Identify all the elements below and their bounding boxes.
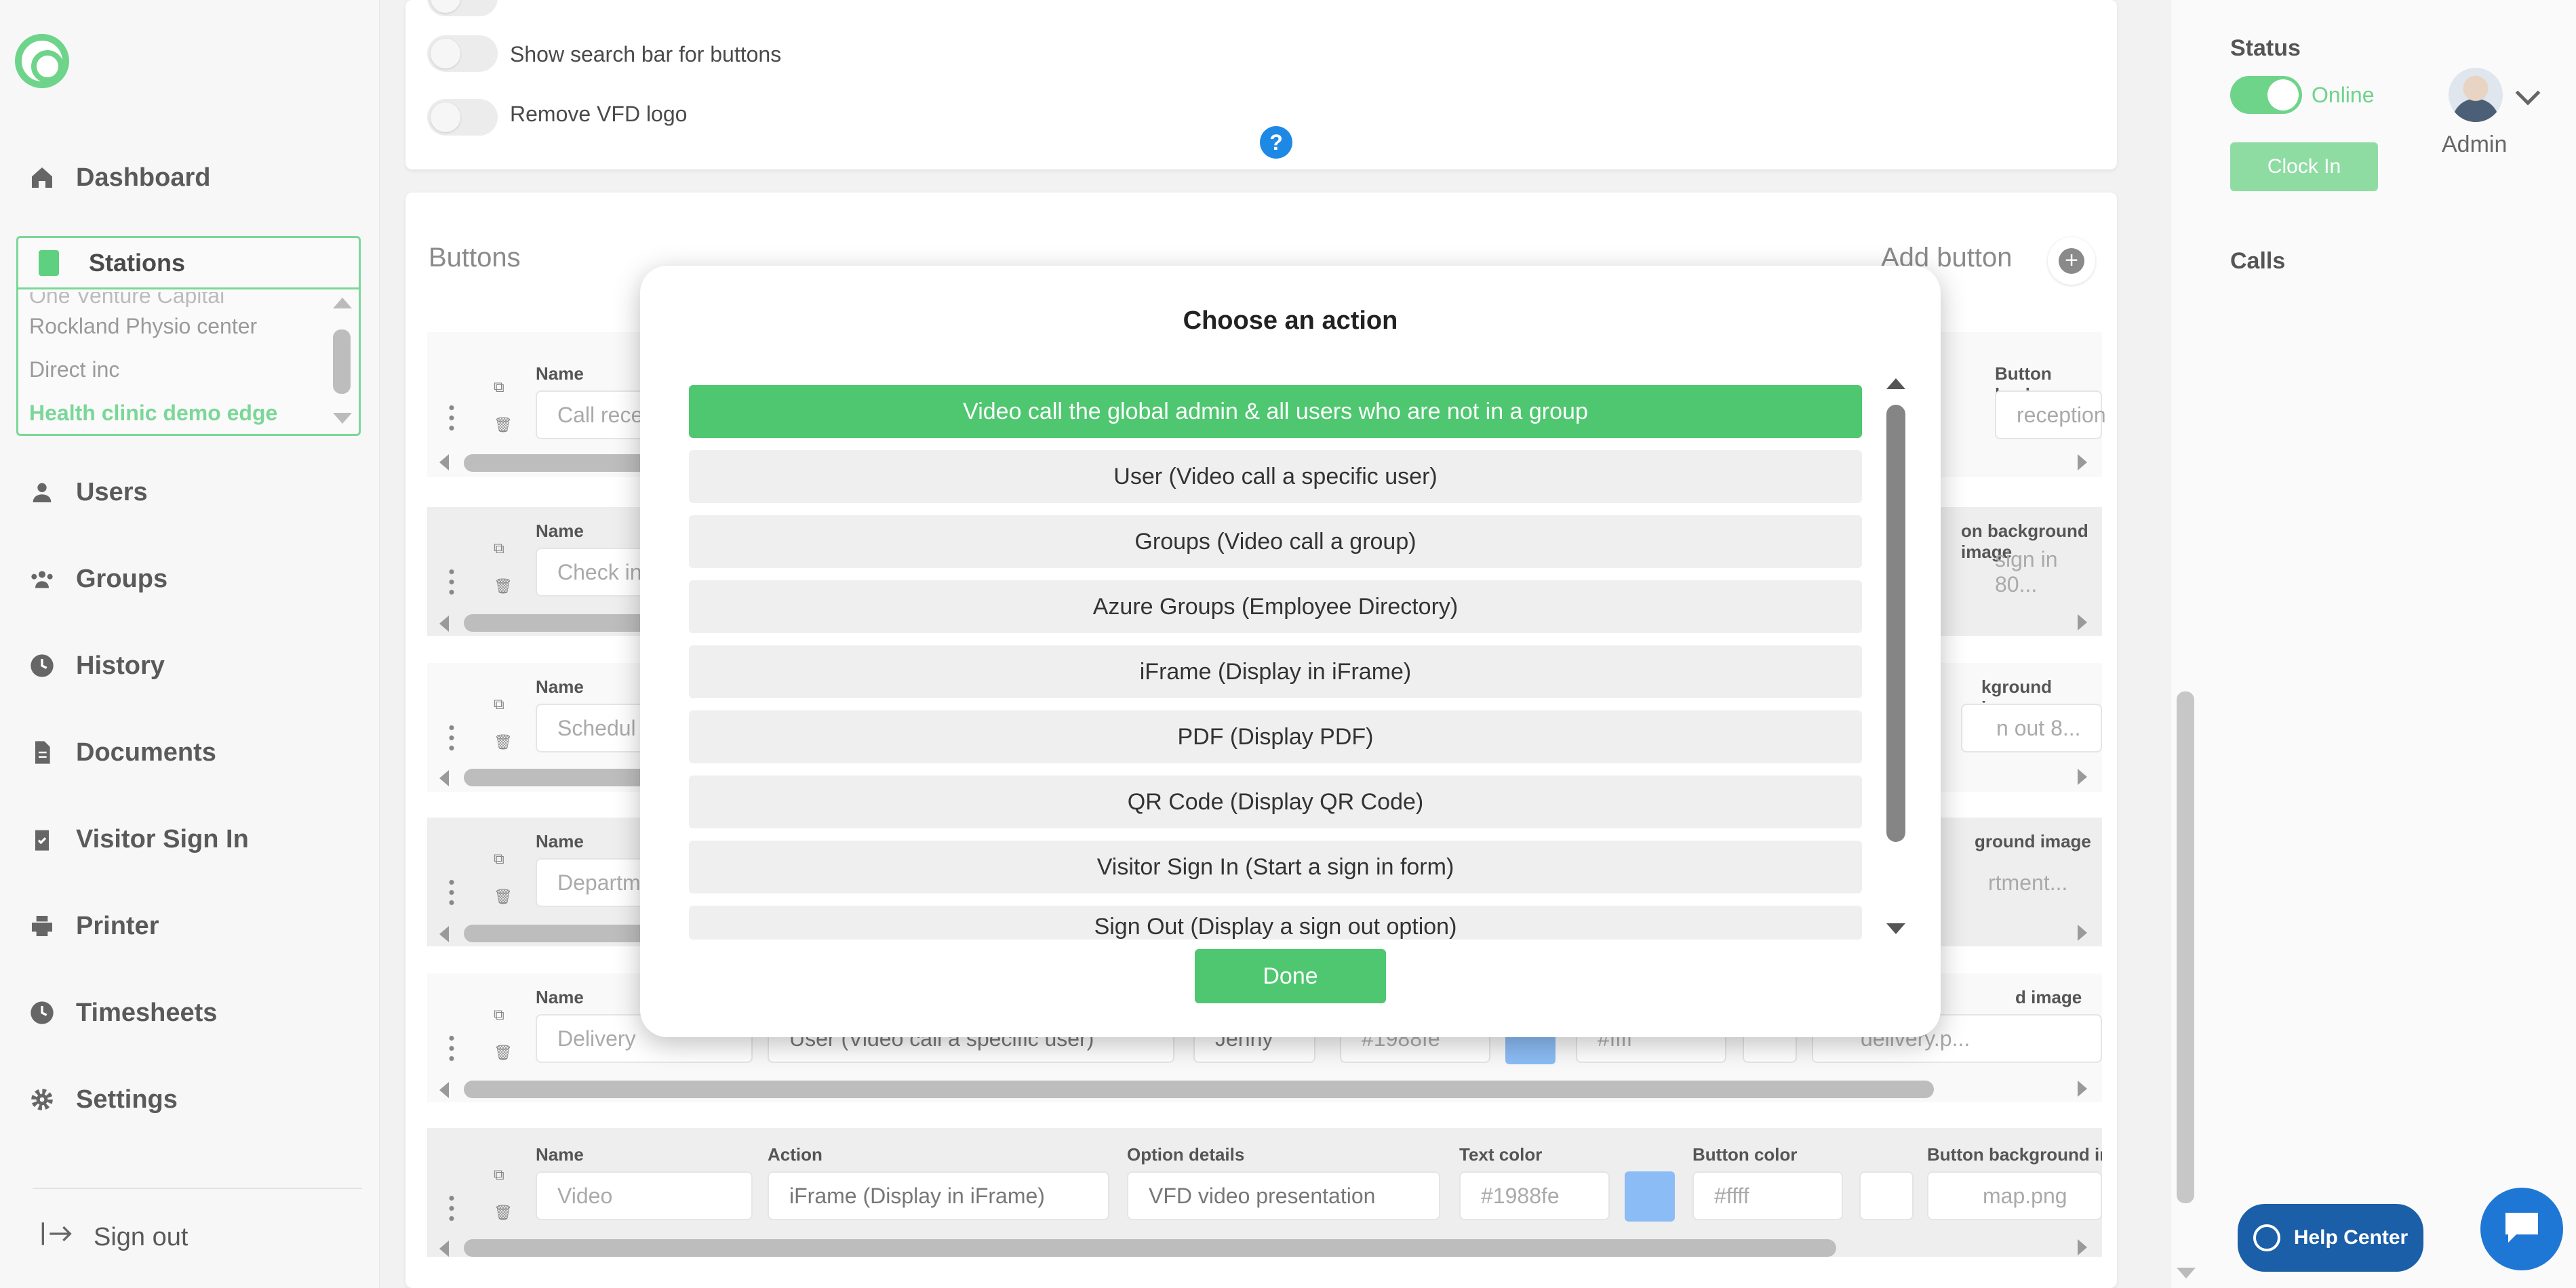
modal-title: Choose an action: [1183, 306, 1398, 335]
action-option[interactable]: Sign Out (Display a sign out option): [689, 906, 1862, 940]
action-option[interactable]: iFrame (Display in iFrame): [689, 645, 1862, 698]
choose-action-modal: Choose an action Video call the global a…: [640, 266, 1941, 1037]
action-option[interactable]: Azure Groups (Employee Directory): [689, 580, 1862, 633]
action-option[interactable]: Visitor Sign In (Start a sign in form): [689, 841, 1862, 893]
action-option[interactable]: QR Code (Display QR Code): [689, 776, 1862, 828]
action-option-selected[interactable]: Video call the global admin & all users …: [689, 385, 1862, 438]
action-option[interactable]: User (Video call a specific user): [689, 450, 1862, 503]
modal-scroll-down-icon[interactable]: [1886, 923, 1905, 934]
modal-scroll-up-icon[interactable]: [1886, 378, 1905, 389]
modal-scrollbar[interactable]: [1886, 405, 1905, 842]
action-option[interactable]: PDF (Display PDF): [689, 710, 1862, 763]
done-button[interactable]: Done: [1195, 949, 1386, 1003]
action-option[interactable]: Groups (Video call a group): [689, 515, 1862, 568]
